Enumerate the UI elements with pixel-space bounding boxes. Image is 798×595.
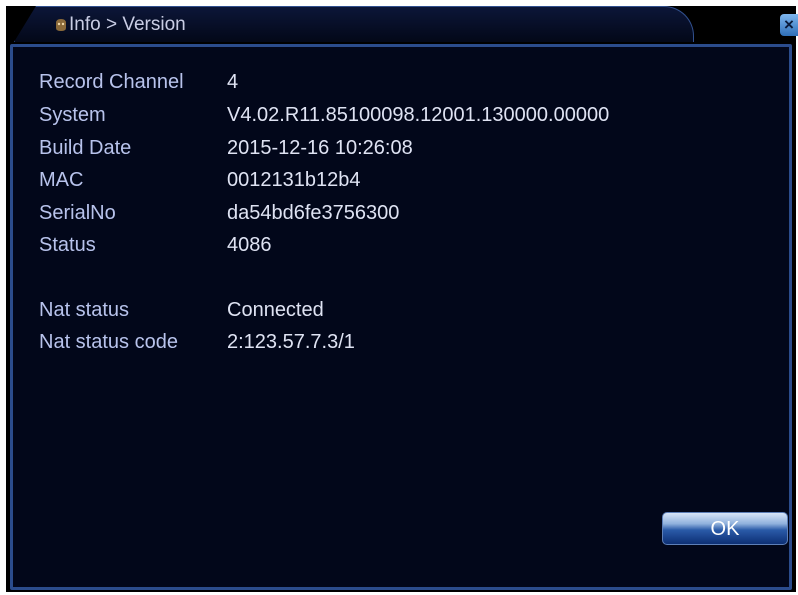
info-label: SerialNo	[39, 202, 116, 224]
info-value: V4.02.R11.85100098.12001.130000.00000	[227, 104, 610, 126]
info-value: 2:123.57.7.3/1	[227, 331, 355, 353]
info-icon	[56, 19, 66, 31]
ok-button[interactable]: OK	[662, 512, 788, 545]
info-label: System	[39, 104, 106, 126]
info-label: Nat status code	[39, 331, 178, 353]
info-value: da54bd6fe3756300	[227, 202, 400, 224]
info-label: Status	[39, 234, 96, 256]
info-value: 4	[227, 71, 239, 93]
version-info-dialog: Info > Version × Record Channel 4 System…	[6, 6, 798, 592]
info-value: Connected	[227, 299, 324, 321]
window-title: Info > Version	[69, 14, 186, 35]
info-value: 4086	[227, 234, 272, 256]
info-label: Nat status	[39, 299, 130, 321]
info-value: 2015-12-16 10:26:08	[227, 137, 413, 159]
title-bar: Info > Version	[14, 6, 694, 42]
info-label: MAC	[39, 169, 84, 191]
close-button[interactable]: ×	[780, 14, 798, 36]
info-label: Record Channel	[39, 71, 184, 93]
info-panel: Record Channel 4 System V4.02.R11.851000…	[10, 44, 792, 590]
info-value: 0012131b12b4	[227, 169, 361, 191]
info-label: Build Date	[39, 137, 132, 159]
